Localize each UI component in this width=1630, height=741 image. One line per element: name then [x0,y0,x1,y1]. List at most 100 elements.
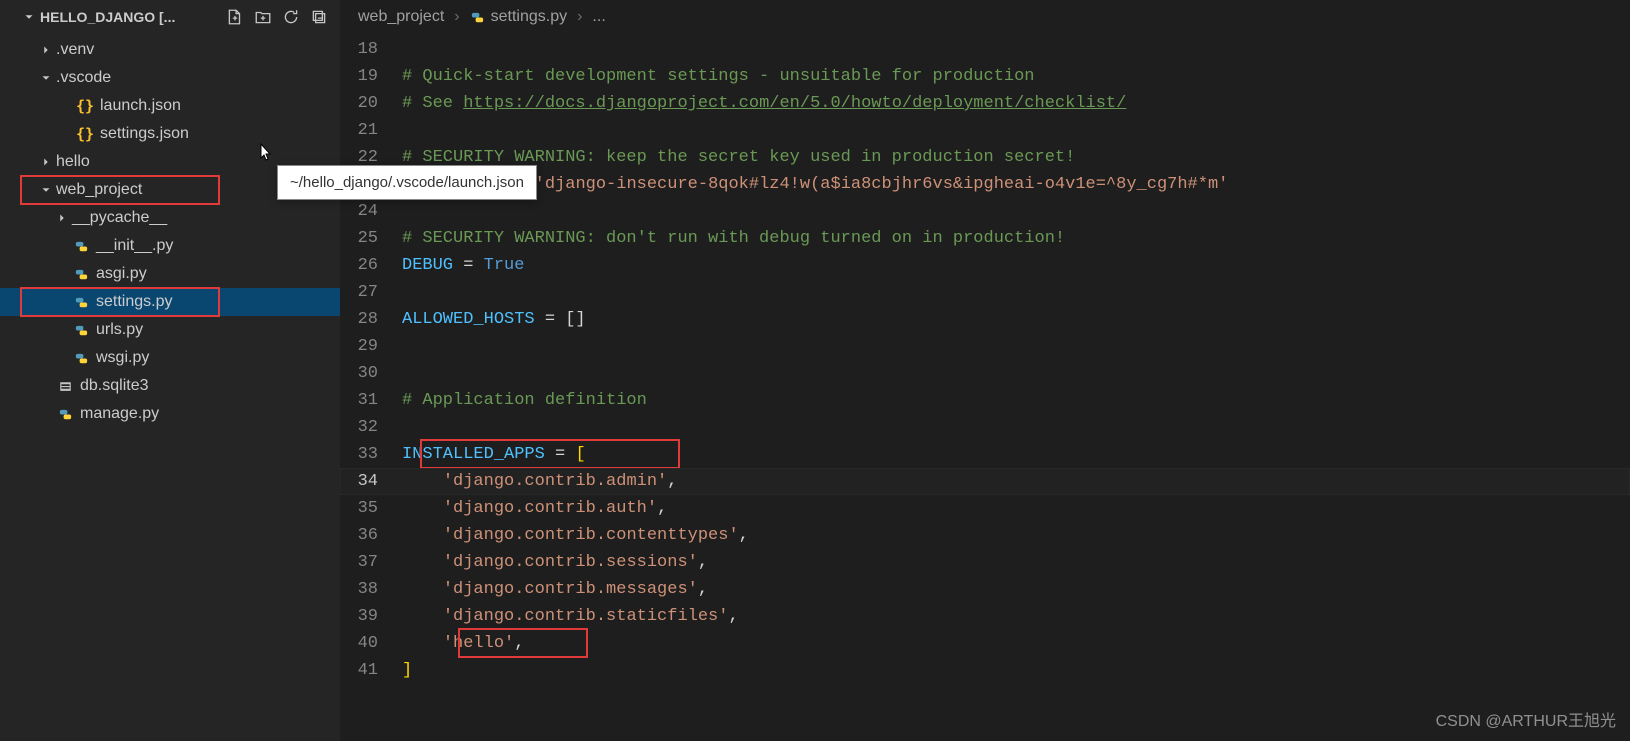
code-line[interactable]: 21 [340,117,1630,144]
line-content: ALLOWED_HOSTS = [] [402,306,586,333]
line-content: 'hello', [402,630,524,657]
line-number: 33 [340,441,402,468]
code-line[interactable]: 26DEBUG = True [340,252,1630,279]
refresh-icon[interactable] [280,6,302,28]
code-line[interactable]: 29 [340,333,1630,360]
file-item-wsgi-py[interactable]: wsgi.py [0,344,340,372]
line-number: 39 [340,603,402,630]
tree-item-label: urls.py [96,321,143,339]
line-number: 35 [340,495,402,522]
line-number: 27 [340,279,402,306]
breadcrumb-item[interactable]: web_project [358,8,444,26]
line-number: 29 [340,333,402,360]
line-content: # SECURITY WARNING: don't run with debug… [402,225,1065,252]
chevron-icon [38,155,54,169]
line-content: DEBUG = True [402,252,524,279]
tree-item-label: settings.py [96,293,172,311]
watermark: CSDN @ARTHUR王旭光 [1436,707,1616,731]
line-number: 19 [340,63,402,90]
explorer-title: HELLO_DJANGO [... [40,9,216,25]
code-line[interactable]: 20# See https://docs.djangoproject.com/e… [340,90,1630,117]
file-item-asgi-py[interactable]: asgi.py [0,260,340,288]
line-number: 25 [340,225,402,252]
breadcrumb-separator: › [454,8,459,26]
chevron-icon [54,211,70,225]
line-content: 'django.contrib.staticfiles', [402,603,739,630]
folder-item--vscode[interactable]: .vscode [0,64,340,92]
code-line[interactable]: 19# Quick-start development settings - u… [340,63,1630,90]
code-line[interactable]: 36 'django.contrib.contenttypes', [340,522,1630,549]
line-content: # See https://docs.djangoproject.com/en/… [402,90,1126,117]
code-line[interactable]: 37 'django.contrib.sessions', [340,549,1630,576]
file-item-manage-py[interactable]: manage.py [0,400,340,428]
code-line[interactable]: 32 [340,414,1630,441]
file-item-settings-json[interactable]: {}settings.json [0,120,340,148]
line-number: 24 [340,198,402,225]
code-line[interactable]: 33INSTALLED_APPS = [ [340,441,1630,468]
code-line[interactable]: 38 'django.contrib.messages', [340,576,1630,603]
breadcrumb-separator: › [577,8,582,26]
line-content: 'django.contrib.admin', [402,468,677,495]
editor-pane: web_project › settings.py ›... 1819# Quick-… [340,0,1630,741]
python-icon [56,407,74,422]
python-icon [72,351,90,366]
line-number: 28 [340,306,402,333]
code-line[interactable]: 41] [340,657,1630,684]
code-line[interactable]: 25# SECURITY WARNING: don't run with deb… [340,225,1630,252]
code-line[interactable]: 35 'django.contrib.auth', [340,495,1630,522]
code-line[interactable]: 27 [340,279,1630,306]
file-item-launch-json[interactable]: {}launch.json [0,92,340,120]
collapse-all-icon[interactable] [308,6,330,28]
tree-item-label: manage.py [80,405,159,423]
cursor-pointer-icon [255,142,275,166]
file-item-urls-py[interactable]: urls.py [0,316,340,344]
breadcrumb-item[interactable]: settings.py [470,8,567,26]
breadcrumb-label: settings.py [491,8,567,26]
file-item---init---py[interactable]: __init__.py [0,232,340,260]
python-icon [72,323,90,338]
line-number: 18 [340,36,402,63]
explorer-sidebar: HELLO_DJANGO [... .venv.vscode{}launch.j… [0,0,340,741]
line-content: 'django.contrib.auth', [402,495,667,522]
line-number: 26 [340,252,402,279]
code-line[interactable]: 28ALLOWED_HOSTS = [] [340,306,1630,333]
tree-item-label: hello [56,153,90,171]
line-content: 'django.contrib.messages', [402,576,708,603]
tree-item-label: .venv [56,41,94,59]
new-file-icon[interactable] [224,6,246,28]
tree-item-label: __init__.py [96,237,173,255]
python-icon [72,239,90,254]
line-content: # Quick-start development settings - uns… [402,63,1035,90]
line-number: 20 [340,90,402,117]
tree-item-label: web_project [56,181,142,199]
breadcrumb-label: web_project [358,8,444,26]
file-item-db-sqlite3[interactable]: db.sqlite3 [0,372,340,400]
code-editor[interactable]: 1819# Quick-start development settings -… [340,34,1630,741]
line-number: 21 [340,117,402,144]
folder-item---pycache--[interactable]: __pycache__ [0,204,340,232]
line-number: 41 [340,657,402,684]
tree-item-label: launch.json [100,97,181,115]
breadcrumb-item[interactable]: ... [592,8,605,26]
line-content: ] [402,657,412,684]
code-line[interactable]: 39 'django.contrib.staticfiles', [340,603,1630,630]
code-line[interactable]: 24 [340,198,1630,225]
tooltip: ~/hello_django/.vscode/launch.json [277,165,537,200]
file-item-settings-py[interactable]: settings.py [0,288,340,316]
line-content: 'django.contrib.contenttypes', [402,522,749,549]
chevron-icon [38,71,54,85]
json-icon: {} [76,125,94,143]
code-line[interactable]: 34 'django.contrib.admin', [340,468,1630,495]
folder-item--venv[interactable]: .venv [0,36,340,64]
breadcrumb[interactable]: web_project › settings.py ›... [340,0,1630,34]
line-content: # Application definition [402,387,647,414]
code-line[interactable]: 30 [340,360,1630,387]
chevron-down-icon [22,10,36,24]
new-folder-icon[interactable] [252,6,274,28]
code-line[interactable]: 18 [340,36,1630,63]
code-line[interactable]: 31# Application definition [340,387,1630,414]
line-number: 30 [340,360,402,387]
code-line[interactable]: 40 'hello', [340,630,1630,657]
tree-item-label: .vscode [56,69,111,87]
db-icon [56,379,74,394]
